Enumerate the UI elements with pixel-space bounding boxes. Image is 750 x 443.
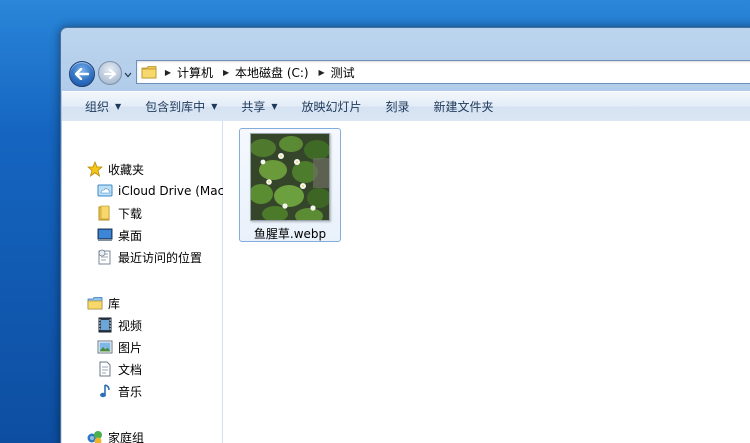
forward-button[interactable] bbox=[98, 61, 122, 85]
new-folder-button[interactable]: 新建文件夹 bbox=[422, 92, 506, 121]
file-item[interactable]: 鱼腥草.webp bbox=[239, 128, 341, 242]
video-library-icon bbox=[97, 317, 113, 333]
back-button[interactable] bbox=[69, 61, 95, 87]
sidebar-item-videos[interactable]: 视频 bbox=[97, 315, 142, 335]
chevron-down-icon bbox=[124, 63, 132, 82]
sidebar-item-music[interactable]: 音乐 bbox=[97, 381, 142, 401]
homegroup-icon bbox=[87, 429, 103, 443]
organize-label: 组织 bbox=[85, 100, 110, 114]
sidebar-item-icloud-drive[interactable]: iCloud Drive (Mac) bbox=[97, 181, 229, 201]
breadcrumb-separator-icon[interactable]: ▶ bbox=[315, 68, 329, 77]
breadcrumb-separator-icon[interactable]: ▶ bbox=[219, 68, 233, 77]
sidebar-item-label: 文档 bbox=[118, 362, 143, 377]
file-name-label: 鱼腥草.webp bbox=[253, 227, 327, 241]
sidebar-item-label: 下载 bbox=[118, 206, 143, 221]
sidebar-item-pictures[interactable]: 图片 bbox=[97, 337, 142, 357]
navigation-pane[interactable]: 收藏夹 iCloud Drive (Mac) 下载 桌面 最近访问的位置 库 视… bbox=[62, 121, 229, 443]
sidebar-item-documents[interactable]: 文档 bbox=[97, 359, 142, 379]
sidebar-favorites-header[interactable]: 收藏夹 bbox=[87, 159, 144, 179]
picture-library-icon bbox=[97, 339, 113, 355]
sidebar-item-label: 视频 bbox=[118, 318, 143, 333]
sidebar-item-label: 最近访问的位置 bbox=[118, 250, 203, 265]
caret-down-icon: ▼ bbox=[115, 102, 122, 111]
include-in-library-label: 包含到库中 bbox=[145, 100, 206, 114]
sidebar-favorites-label: 收藏夹 bbox=[108, 162, 145, 177]
share-button[interactable]: 共享 ▼ bbox=[229, 92, 289, 121]
breadcrumb-local-disk[interactable]: 本地磁盘 (C:) bbox=[233, 64, 315, 81]
folder-download-icon bbox=[97, 205, 113, 221]
sidebar-item-downloads[interactable]: 下载 bbox=[97, 203, 142, 223]
sidebar-item-label: iCloud Drive (Mac) bbox=[118, 184, 229, 198]
cloud-drive-icon bbox=[97, 183, 113, 199]
caret-down-icon: ▼ bbox=[271, 102, 278, 111]
breadcrumb-test-folder[interactable]: 测试 bbox=[329, 64, 361, 81]
command-bar: 组织 ▼ 包含到库中 ▼ 共享 ▼ 放映幻灯片 刻录 新建文件夹 bbox=[62, 91, 750, 122]
burn-button[interactable]: 刻录 bbox=[374, 92, 422, 121]
burn-label: 刻录 bbox=[385, 100, 410, 114]
caret-down-icon: ▼ bbox=[211, 102, 218, 111]
sidebar-homegroup-header[interactable]: 家庭组 bbox=[87, 427, 144, 443]
sidebar-item-label: 图片 bbox=[118, 340, 143, 355]
document-library-icon bbox=[97, 361, 113, 377]
sidebar-item-label: 音乐 bbox=[118, 384, 143, 399]
file-list-pane[interactable]: 鱼腥草.webp bbox=[223, 121, 750, 443]
arrow-right-icon bbox=[104, 64, 116, 83]
library-folder-icon bbox=[87, 295, 103, 311]
sidebar-libraries-label: 库 bbox=[108, 296, 121, 311]
breadcrumb-computer[interactable]: 计算机 bbox=[175, 64, 219, 81]
new-folder-label: 新建文件夹 bbox=[433, 100, 494, 114]
address-bar[interactable]: ▶ 计算机 ▶ 本地磁盘 (C:) ▶ 测试 bbox=[136, 60, 750, 84]
star-icon bbox=[87, 161, 103, 177]
window-titlebar[interactable] bbox=[61, 28, 750, 58]
organize-menu-button[interactable]: 组织 ▼ bbox=[62, 92, 133, 121]
recent-places-icon bbox=[97, 249, 113, 265]
music-library-icon bbox=[97, 383, 113, 399]
sidebar-homegroup-label: 家庭组 bbox=[108, 430, 145, 443]
desktop-icon bbox=[97, 227, 113, 243]
explorer-window: ▶ 计算机 ▶ 本地磁盘 (C:) ▶ 测试 组织 ▼ 包含到库中 ▼ 共享 ▼… bbox=[60, 27, 750, 443]
arrow-left-icon bbox=[74, 65, 90, 84]
slideshow-button[interactable]: 放映幻灯片 bbox=[290, 92, 374, 121]
include-in-library-button[interactable]: 包含到库中 ▼ bbox=[133, 92, 229, 121]
sidebar-item-label: 桌面 bbox=[118, 228, 143, 243]
image-thumbnail bbox=[250, 133, 330, 221]
sidebar-libraries-header[interactable]: 库 bbox=[87, 293, 120, 313]
breadcrumb-separator-icon[interactable]: ▶ bbox=[161, 68, 175, 77]
sidebar-item-desktop[interactable]: 桌面 bbox=[97, 225, 142, 245]
sidebar-item-recent-places[interactable]: 最近访问的位置 bbox=[97, 247, 202, 267]
recent-pages-dropdown[interactable] bbox=[124, 68, 132, 77]
share-label: 共享 bbox=[241, 100, 266, 114]
slideshow-label: 放映幻灯片 bbox=[301, 100, 362, 114]
folder-icon bbox=[141, 65, 157, 79]
